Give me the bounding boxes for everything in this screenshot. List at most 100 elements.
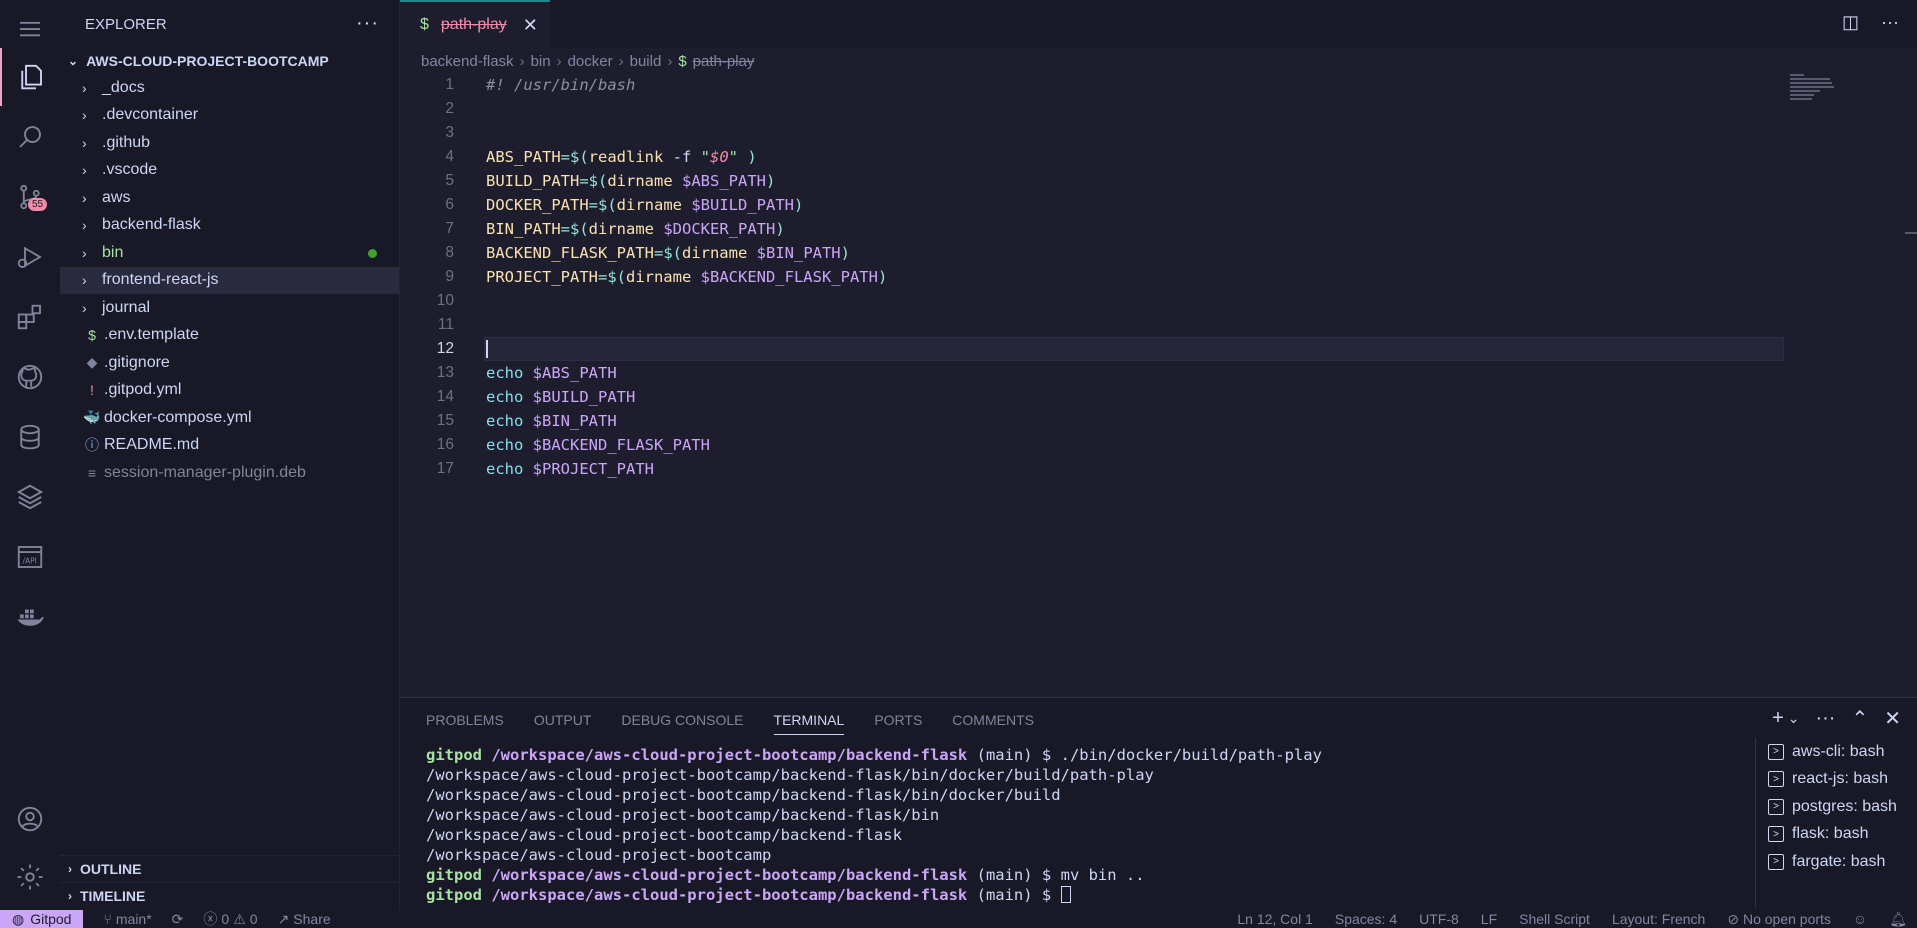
tab-terminal[interactable]: TERMINAL bbox=[773, 712, 845, 735]
code-line: 6 DOCKER_PATH=$(dirname $BUILD_PATH) bbox=[400, 193, 1780, 217]
sync-button[interactable]: ⟳ bbox=[172, 911, 184, 928]
timeline-section[interactable]: › TIMELINE bbox=[60, 882, 400, 909]
maximize-panel-icon[interactable]: ⌃ bbox=[1851, 706, 1868, 731]
tree-folder[interactable]: › backend-flask bbox=[60, 212, 399, 240]
encoding[interactable]: UTF-8 bbox=[1419, 911, 1459, 927]
docker-icon[interactable] bbox=[0, 588, 60, 646]
breadcrumb-item[interactable]: backend-flask bbox=[421, 53, 514, 70]
account-icon[interactable] bbox=[0, 790, 60, 848]
terminal-icon: > bbox=[1768, 743, 1784, 760]
ports-indicator[interactable]: ⊘ No open ports bbox=[1727, 911, 1831, 928]
tree-folder[interactable]: › .devcontainer bbox=[60, 102, 399, 130]
line-number: 15 bbox=[436, 412, 454, 429]
code-line: 8 BACKEND_FLASK_PATH=$(dirname $BIN_PATH… bbox=[400, 241, 1780, 265]
tree-folder[interactable]: › .vscode bbox=[60, 157, 399, 185]
line-number: 3 bbox=[445, 124, 454, 141]
tree-folder[interactable]: › _docs bbox=[60, 74, 399, 102]
tree-folder[interactable]: › bin bbox=[60, 239, 399, 267]
extensions-icon[interactable] bbox=[0, 288, 60, 346]
code-line: 17 echo $PROJECT_PATH bbox=[400, 457, 1780, 481]
tree-item-label: session-manager-plugin.deb bbox=[104, 463, 306, 481]
run-debug-icon[interactable] bbox=[0, 228, 60, 286]
shell-file-icon: $ bbox=[420, 16, 429, 33]
tree-file[interactable]: ◆ .gitignore bbox=[60, 349, 399, 377]
more-actions-icon[interactable]: ··· bbox=[356, 12, 379, 35]
tab-path-play[interactable]: $ path-play ✕ bbox=[400, 0, 550, 48]
end-of-line[interactable]: LF bbox=[1481, 911, 1497, 927]
breadcrumb-item[interactable]: path-play bbox=[693, 53, 755, 70]
tree-item-label: docker-compose.yml bbox=[104, 408, 252, 426]
chevron-right-icon: › bbox=[82, 189, 87, 206]
tab-ports[interactable]: PORTS bbox=[874, 712, 922, 735]
layers-icon[interactable] bbox=[0, 468, 60, 526]
new-terminal-icon[interactable]: + bbox=[1772, 707, 1784, 730]
share-button[interactable]: ↗ Share bbox=[278, 911, 331, 928]
api-icon[interactable]: /API bbox=[0, 528, 60, 586]
search-icon[interactable] bbox=[0, 108, 60, 166]
close-icon[interactable]: ✕ bbox=[523, 15, 538, 36]
file-type-icon: ⓘ bbox=[85, 437, 99, 454]
tree-file[interactable]: ≡ session-manager-plugin.deb bbox=[60, 459, 399, 487]
scrollbar-marker bbox=[1905, 232, 1917, 234]
activity-bar: 55 /API bbox=[0, 0, 60, 910]
cursor-position[interactable]: Ln 12, Col 1 bbox=[1237, 911, 1313, 927]
split-editor-icon[interactable]: ◫ bbox=[1842, 12, 1859, 33]
file-type-icon: ! bbox=[90, 382, 94, 399]
breadcrumb-item[interactable]: bin bbox=[531, 53, 551, 70]
tree-folder[interactable]: › aws bbox=[60, 184, 399, 212]
keyboard-layout[interactable]: Layout: French bbox=[1612, 911, 1705, 927]
line-number: 4 bbox=[445, 148, 454, 165]
timeline-label: TIMELINE bbox=[80, 888, 146, 904]
terminal-item[interactable]: > postgres: bash bbox=[1756, 793, 1917, 821]
tree-file[interactable]: ⓘ README.md bbox=[60, 432, 399, 460]
outline-section[interactable]: › OUTLINE bbox=[60, 855, 400, 882]
explorer-icon[interactable] bbox=[0, 48, 60, 106]
more-actions-icon[interactable]: ··· bbox=[1815, 707, 1835, 730]
tab-comments[interactable]: COMMENTS bbox=[952, 712, 1034, 735]
language-mode[interactable]: Shell Script bbox=[1519, 911, 1590, 927]
code-editor[interactable]: 1 #! /usr/bin/bash 2 3 4 ABS_PATH=$(read… bbox=[400, 72, 1917, 697]
source-control-icon[interactable]: 55 bbox=[0, 168, 60, 226]
outline-label: OUTLINE bbox=[80, 861, 142, 877]
terminal-item[interactable]: > fargate: bash bbox=[1756, 848, 1917, 876]
tree-item-label: _docs bbox=[102, 78, 145, 96]
problems-indicator[interactable]: ⓧ 0 ⚠ 0 bbox=[203, 909, 257, 928]
terminal-output[interactable]: gitpod /workspace/aws-cloud-project-boot… bbox=[426, 745, 1726, 905]
chevron-right-icon: › bbox=[82, 79, 87, 96]
breadcrumb: backend-flask › bin › docker › build › $ pat… bbox=[421, 50, 754, 72]
tree-folder[interactable]: › .github bbox=[60, 129, 399, 157]
project-root[interactable]: ⌄ AWS-CLOUD-PROJECT-BOOTCAMP bbox=[60, 48, 399, 74]
branch-indicator[interactable]: ⑂ main* bbox=[103, 911, 151, 927]
more-actions-icon[interactable]: ··· bbox=[1881, 12, 1899, 33]
tree-folder[interactable]: › frontend-react-js bbox=[60, 266, 399, 294]
database-icon[interactable] bbox=[0, 408, 60, 466]
settings-gear-icon[interactable] bbox=[0, 848, 60, 906]
indentation[interactable]: Spaces: 4 bbox=[1335, 911, 1397, 927]
chevron-down-icon[interactable]: ⌄ bbox=[1788, 710, 1800, 727]
close-panel-icon[interactable]: ✕ bbox=[1884, 706, 1901, 731]
chevron-right-icon: › bbox=[519, 52, 525, 70]
github-icon[interactable] bbox=[0, 348, 60, 406]
tab-problems[interactable]: PROBLEMS bbox=[426, 712, 504, 735]
tree-item-label: .github bbox=[102, 133, 151, 151]
terminal-item[interactable]: > aws-cli: bash bbox=[1756, 738, 1917, 766]
breadcrumb-item[interactable]: docker bbox=[568, 53, 613, 70]
minimap[interactable] bbox=[1790, 72, 1840, 112]
tree-file[interactable]: ! .gitpod.yml bbox=[60, 377, 399, 405]
code-line: 2 bbox=[400, 97, 1780, 121]
breadcrumb-item[interactable]: build bbox=[630, 53, 662, 70]
tree-file[interactable]: $ .env.template bbox=[60, 322, 399, 350]
tab-output[interactable]: OUTPUT bbox=[534, 712, 592, 735]
tree-folder[interactable]: › journal bbox=[60, 294, 399, 322]
terminal-item[interactable]: > react-js: bash bbox=[1756, 766, 1917, 794]
tree-file[interactable]: 🐳 docker-compose.yml bbox=[60, 404, 399, 432]
sync-icon: ⟳ bbox=[171, 910, 184, 927]
line-number: 1 bbox=[445, 76, 454, 93]
feedback-icon[interactable]: ☺ bbox=[1853, 911, 1867, 927]
line-number: 2 bbox=[445, 100, 454, 117]
gitpod-button[interactable]: ◍ Gitpod bbox=[0, 910, 84, 928]
notifications-icon[interactable]: 🔔︎ bbox=[1889, 911, 1907, 928]
tab-debug-console[interactable]: DEBUG CONSOLE bbox=[621, 712, 743, 735]
line-number: 5 bbox=[445, 172, 454, 189]
terminal-item[interactable]: > flask: bash bbox=[1756, 821, 1917, 849]
